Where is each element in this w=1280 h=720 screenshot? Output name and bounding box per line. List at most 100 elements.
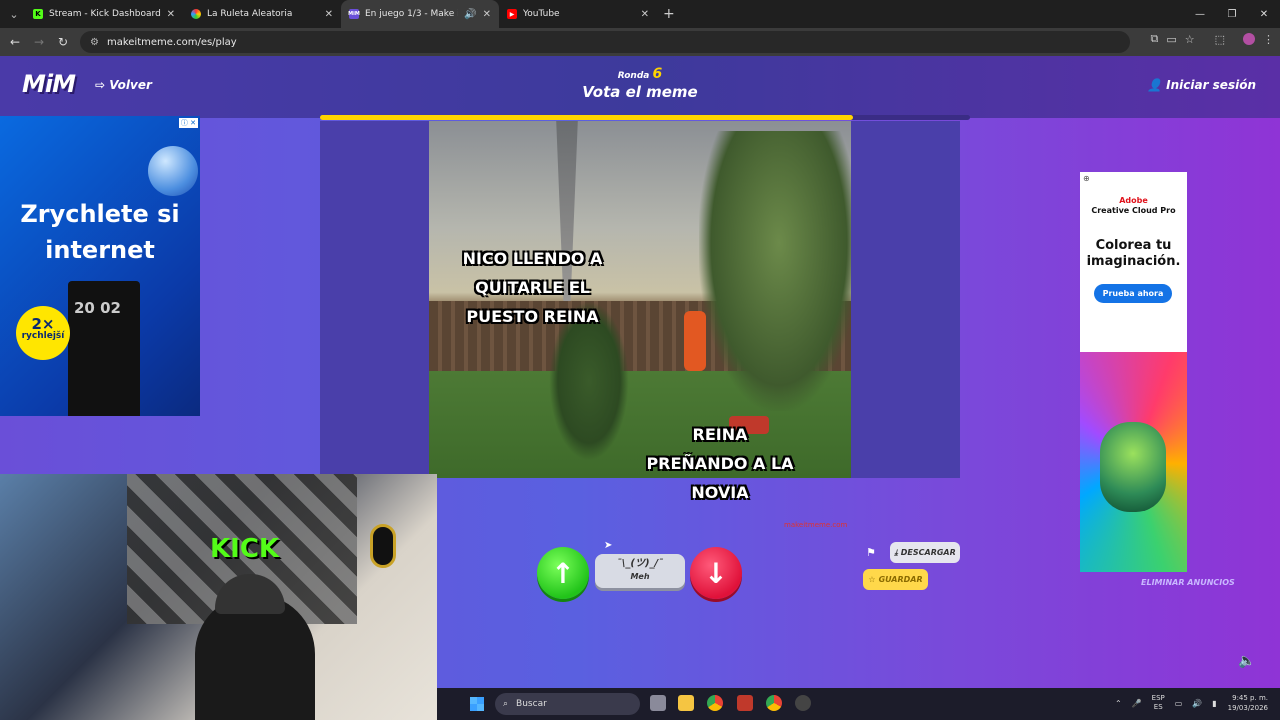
battery-icon[interactable]: ▮ (1212, 699, 1216, 708)
new-tab-button[interactable]: + (663, 6, 675, 22)
right-advertisement[interactable]: ⊕ Adobe Creative Cloud Pro Colorea tu ima… (1080, 172, 1187, 572)
tab-search-button[interactable]: ⌄ (3, 4, 25, 24)
tab-ruleta[interactable]: La Ruleta Aleatoria ✕ (183, 0, 341, 28)
adobe-brand: Adobe Creative Cloud Pro (1080, 196, 1187, 216)
ad-choices-icon[interactable]: ⓘ ✕ (178, 118, 198, 128)
frog-graphic (1100, 422, 1166, 512)
kick-favicon-icon: K (33, 9, 43, 19)
mim-favicon-icon: MiM (348, 9, 360, 19)
ad-cta-button[interactable]: Prueba ahora (1094, 284, 1172, 303)
round-number: 6 (652, 66, 663, 82)
site-header: MiM ⇨ Volver Ronda 6 Vota el meme 👤 Inic… (0, 56, 1280, 120)
close-tab-icon[interactable]: ✕ (483, 9, 491, 20)
tab-kick-dashboard[interactable]: K Stream - Kick Dashboard ✕ (25, 0, 183, 28)
upvote-button[interactable]: ↑ (537, 547, 589, 599)
meh-label: Meh (630, 572, 650, 581)
mute-tab-icon[interactable]: 🔊 (464, 9, 476, 20)
login-label: Iniciar sesión (1166, 78, 1256, 92)
meme-watermark: makeitmeme.com (784, 521, 848, 529)
page-title: Vota el meme (582, 83, 698, 101)
windows-start-icon[interactable] (470, 697, 484, 711)
url-field[interactable]: ⚙ makeitmeme.com/es/play (80, 31, 1130, 53)
meme-caption-bottom: REINA PREÑANDO A LA NOVIA (646, 425, 794, 502)
taskbar-search[interactable]: ⌕ Buscar (495, 693, 640, 715)
meme-caption-top: NICO LLENDO A QUITARLE EL PUESTO REINA (462, 249, 603, 326)
language-indicator[interactable]: ESP ES (1152, 694, 1165, 712)
tab-title: YouTube (523, 9, 560, 19)
shrug-face: ¯\_(ツ)_/¯ (616, 558, 664, 569)
meh-button[interactable]: ¯\_(ツ)_/¯ Meh (595, 554, 685, 588)
ad-choices-icon[interactable]: ⊕ (1083, 174, 1090, 183)
search-icon: ⌕ (503, 699, 509, 709)
download-button[interactable]: ⤓ DESCARGAR (890, 542, 960, 563)
close-tab-icon[interactable]: ✕ (641, 9, 649, 20)
chrome-active-icon[interactable] (766, 695, 782, 711)
app-icon[interactable] (737, 695, 753, 711)
search-placeholder: Buscar (516, 699, 547, 709)
reload-icon[interactable]: ↻ (51, 35, 75, 49)
remove-ads-link[interactable]: ELIMINAR ANUNCIOS (1141, 578, 1235, 587)
minimize-icon[interactable]: — (1184, 0, 1216, 28)
star-icon: ☆ (868, 575, 876, 584)
user-icon: 👤 (1147, 78, 1167, 92)
chevron-up-icon[interactable]: ⌃ (1115, 699, 1122, 708)
obs-icon[interactable] (795, 695, 811, 711)
translate-icon[interactable]: ⧉ (1150, 32, 1158, 46)
round-progress-bar (320, 115, 970, 120)
cast-icon[interactable]: ▭ (1166, 33, 1176, 46)
close-tab-icon[interactable]: ✕ (325, 9, 333, 20)
tab-make-it-meme[interactable]: MiM En juego 1/3 - Make it Meme 🔊 ✕ (341, 0, 499, 28)
device-text: 20 02 (74, 299, 121, 317)
taskbar-clock[interactable]: 9:45 p. m. 19/03/2026 (1222, 693, 1268, 713)
round-indicator: Ronda 6 (0, 66, 1280, 82)
login-button[interactable]: 👤 Iniciar sesión (1147, 78, 1256, 92)
bookmark-star-icon[interactable]: ☆ (1185, 33, 1195, 46)
ad-headline: Colorea tu imaginación. (1086, 238, 1181, 269)
microphone-icon[interactable]: 🎤 (1132, 699, 1142, 708)
profile-avatar-icon[interactable] (1243, 33, 1255, 45)
webcam-overlay: KICK (0, 474, 437, 720)
router-device: 20 02 (68, 281, 140, 416)
badge-multiplier: 2× (31, 315, 55, 333)
ad-headline: Zrychlete si internet (20, 200, 180, 264)
wall-clock (370, 524, 396, 568)
close-tab-icon[interactable]: ✕ (167, 9, 175, 20)
file-explorer-icon[interactable] (678, 695, 694, 711)
report-flag-icon[interactable]: ⚑ (866, 546, 876, 559)
save-button[interactable]: ☆ GUARDAR (863, 569, 928, 590)
extensions-icon[interactable]: ⬚ (1215, 33, 1225, 46)
network-icon[interactable]: ▭ (1175, 699, 1183, 708)
close-window-icon[interactable]: ✕ (1248, 0, 1280, 28)
speaker-icon[interactable]: 🔈 (1238, 653, 1255, 669)
clock-date: 19/03/2026 (1227, 704, 1268, 712)
back-arrow-icon[interactable]: ← (3, 35, 27, 49)
arrow-up-icon: ↑ (551, 556, 575, 590)
brand-name: Adobe (1119, 196, 1148, 205)
tab-title: En juego 1/3 - Make it Meme (365, 9, 458, 19)
youtube-favicon-icon: ▶ (507, 9, 517, 19)
forward-arrow-icon[interactable]: → (27, 35, 51, 49)
task-view-icon[interactable] (650, 695, 666, 711)
chrome-icon[interactable] (707, 695, 723, 711)
tab-youtube[interactable]: ▶ YouTube ✕ (499, 0, 657, 28)
speed-badge: 2× rychlejší (16, 306, 70, 360)
restore-icon[interactable]: ❐ (1216, 0, 1248, 28)
tab-title: La Ruleta Aleatoria (207, 9, 293, 19)
lang-primary: ESP (1151, 694, 1165, 702)
site-info-icon[interactable]: ⚙ (90, 37, 99, 48)
downvote-button[interactable]: ↓ (690, 547, 742, 599)
badge-text: rychlejší (21, 331, 65, 341)
arrow-down-icon: ↓ (704, 556, 728, 590)
mouse-cursor-icon: ➤ (604, 540, 613, 551)
roulette-favicon-icon (191, 9, 201, 19)
volume-icon[interactable]: 🔊 (1192, 699, 1202, 708)
tab-title: Stream - Kick Dashboard (49, 9, 161, 19)
download-label: DESCARGAR (900, 548, 956, 557)
window-controls: — ❐ ✕ (1184, 0, 1280, 28)
tree-graphic (699, 131, 851, 411)
left-advertisement[interactable]: ⓘ ✕ Zrychlete si internet 20 02 2× rychle… (0, 116, 200, 416)
system-tray: ⌃ 🎤 ESP ES ▭ 🔊 ▮ (1115, 694, 1217, 712)
round-progress-fill (320, 115, 853, 120)
menu-dots-icon[interactable]: ⋮ (1263, 33, 1274, 46)
browser-toolbar: ⧉ ▭ ☆ ⬚ ⋮ (1150, 32, 1274, 46)
